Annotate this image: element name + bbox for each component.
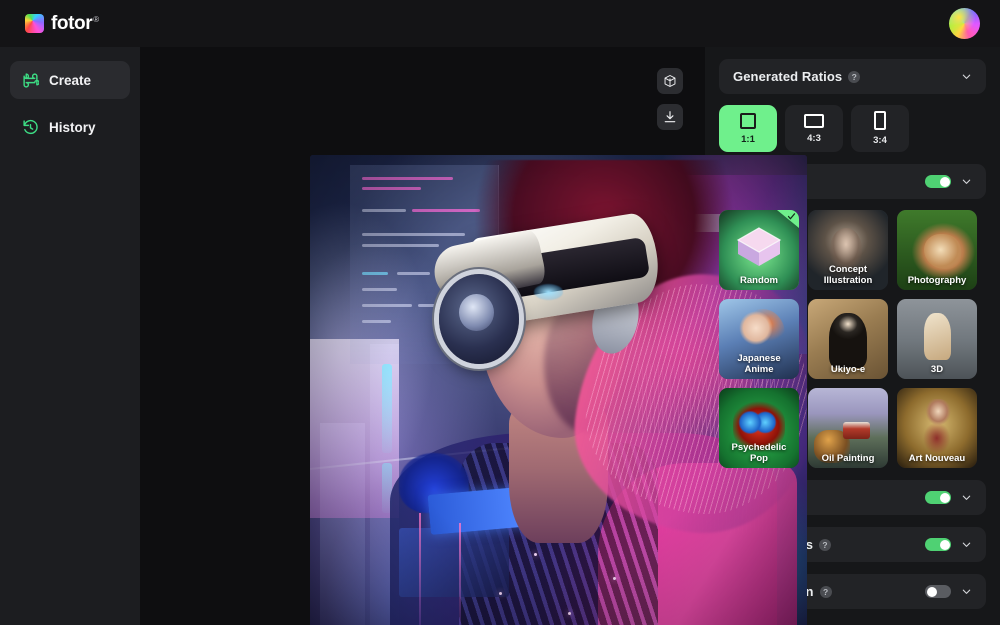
style-label: Japanese Anime xyxy=(719,353,799,375)
canvas-toolbar xyxy=(657,68,683,130)
fotor-ai-image-generator: fotor® Create History xyxy=(0,0,1000,625)
ratio-label: 1:1 xyxy=(741,134,755,145)
download-button[interactable] xyxy=(657,104,683,130)
style-label: 3D xyxy=(897,364,977,375)
style-card-ukiyo-e[interactable]: Ukiyo-e xyxy=(808,299,888,379)
cube-icon xyxy=(735,226,783,270)
ratio-label: 4:3 xyxy=(807,133,821,144)
styles-toggle[interactable] xyxy=(925,175,951,188)
landscape-ratio-icon xyxy=(804,114,824,128)
section-generated-ratios[interactable]: Generated Ratios ? xyxy=(719,59,986,94)
check-icon xyxy=(787,212,796,221)
help-icon[interactable]: ? xyxy=(819,539,831,551)
sidebar-item-create[interactable]: Create xyxy=(10,61,130,99)
registered-mark: ® xyxy=(93,15,99,24)
style-label: Art Nouveau xyxy=(897,453,977,464)
chevron-down-icon[interactable] xyxy=(961,176,972,187)
style-card-concept-illustration[interactable]: Concept Illustration xyxy=(808,210,888,290)
style-label: Psychedelic Pop xyxy=(719,442,799,464)
canvas-area xyxy=(140,47,705,625)
style-card-random[interactable]: Random xyxy=(719,210,799,290)
ratio-options: 1:1 4:3 3:4 xyxy=(719,105,986,152)
style-card-japanese-anime[interactable]: Japanese Anime xyxy=(719,299,799,379)
details-toggle[interactable] xyxy=(925,491,951,504)
help-icon[interactable]: ? xyxy=(848,71,860,83)
style-label: Photography xyxy=(897,275,977,286)
square-ratio-icon xyxy=(740,113,756,129)
command-icon xyxy=(22,72,39,89)
brand-name: fotor® xyxy=(51,14,99,33)
ratio-option-3-4[interactable]: 3:4 xyxy=(851,105,909,152)
style-card-photography[interactable]: Photography xyxy=(897,210,977,290)
style-label: Oil Painting xyxy=(808,453,888,464)
download-icon xyxy=(663,110,677,124)
chevron-down-icon[interactable] xyxy=(961,586,972,597)
light-effects-toggle[interactable] xyxy=(925,538,951,551)
ratio-label: 3:4 xyxy=(873,135,887,146)
section-title: Generated Ratios xyxy=(733,69,842,84)
cube-3d-button[interactable] xyxy=(657,68,683,94)
top-bar: fotor® xyxy=(0,0,1000,47)
chevron-down-icon[interactable] xyxy=(961,71,972,82)
fotor-gradient-logo-icon xyxy=(25,14,44,33)
styles-grid: Random Concept Illustration Photography … xyxy=(719,210,986,468)
style-label: Concept Illustration xyxy=(808,264,888,286)
ratio-option-4-3[interactable]: 4:3 xyxy=(785,105,843,152)
style-card-art-nouveau[interactable]: Art Nouveau xyxy=(897,388,977,468)
ratio-option-1-1[interactable]: 1:1 xyxy=(719,105,777,152)
style-card-oil-painting[interactable]: Oil Painting xyxy=(808,388,888,468)
sidebar-item-history-label: History xyxy=(49,120,96,135)
cube-3d-icon xyxy=(663,74,677,88)
sidebar-item-create-label: Create xyxy=(49,73,91,88)
chevron-down-icon[interactable] xyxy=(961,492,972,503)
chevron-down-icon[interactable] xyxy=(961,539,972,550)
clock-rewind-icon xyxy=(22,119,39,136)
style-label: Ukiyo-e xyxy=(808,364,888,375)
style-card-3d[interactable]: 3D xyxy=(897,299,977,379)
composition-toggle[interactable] xyxy=(925,585,951,598)
brand-logo[interactable]: fotor® xyxy=(25,14,99,33)
portrait-ratio-icon xyxy=(874,111,886,130)
sidebar-item-history[interactable]: History xyxy=(10,108,130,146)
style-label: Random xyxy=(719,275,799,286)
style-card-psychedelic-pop[interactable]: Psychedelic Pop xyxy=(719,388,799,468)
help-icon[interactable]: ? xyxy=(820,586,832,598)
sidebar: Create History xyxy=(0,47,140,625)
avatar[interactable] xyxy=(949,8,980,39)
